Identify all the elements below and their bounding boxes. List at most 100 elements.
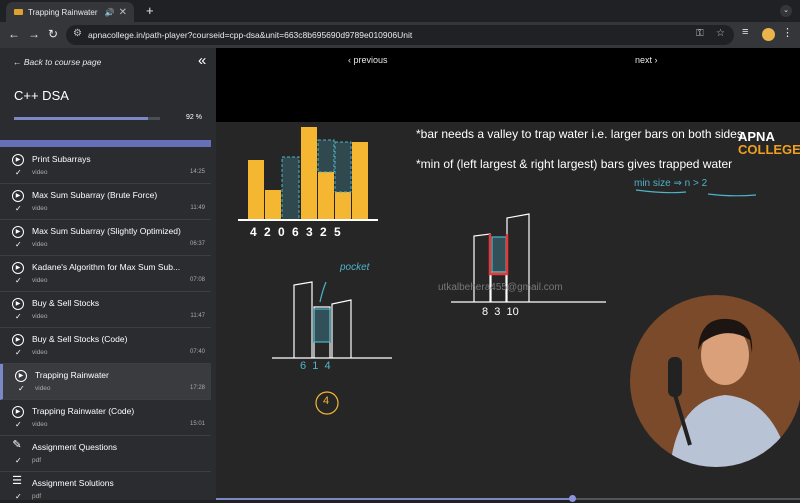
bookmark-star-icon[interactable]: ☆ — [716, 28, 725, 39]
completed-check-icon: ✓ — [18, 384, 25, 393]
lesson-title: Assignment Questions — [32, 442, 118, 452]
lesson-title: Max Sum Subarray (Slightly Optimized) — [32, 226, 181, 236]
lesson-item[interactable]: ▶ ✓ Trapping Rainwater video 17:28 — [0, 364, 211, 400]
lesson-title: Buy & Sell Stocks — [32, 298, 100, 308]
checklist-icon: ☰ — [12, 475, 22, 487]
play-circle-icon: ▶ — [12, 154, 24, 166]
board-line-1: *bar needs a valley to trap water i.e. l… — [416, 127, 743, 141]
video-player[interactable]: ‹ previous next › *bar needs a valley to… — [216, 48, 800, 502]
course-sidebar: ← Back to course page « C++ DSA 92 % ▶ ✓ P… — [0, 48, 216, 500]
completed-check-icon: ✓ — [15, 240, 22, 249]
lesson-duration: 11:49 — [190, 205, 205, 211]
lesson-type: video — [32, 241, 48, 248]
lesson-type: video — [32, 421, 48, 428]
collapse-sidebar-icon[interactable]: « — [198, 52, 207, 69]
completed-check-icon: ✓ — [15, 276, 22, 285]
play-circle-icon: ▶ — [12, 406, 24, 418]
lesson-title: Kadane's Algorithm for Max Sum Sub... — [32, 262, 181, 272]
completed-check-icon: ✓ — [15, 312, 22, 321]
completed-check-icon: ✓ — [15, 168, 22, 177]
address-bar[interactable]: ⚙ apnacollege.in/path-player?courseid=cp… — [66, 25, 734, 45]
lesson-type: pdf — [32, 493, 42, 500]
lesson-type: pdf — [32, 457, 42, 464]
play-circle-icon: ▶ — [12, 190, 24, 202]
play-circle-icon: ▶ — [12, 262, 24, 274]
course-title: C++ DSA — [14, 88, 69, 103]
lesson-type: video — [32, 205, 48, 212]
email-watermark: utkalbehera455@gmail.com — [438, 282, 563, 293]
play-circle-icon: ▶ — [15, 370, 27, 382]
lesson-item[interactable]: ▶ ✓ Print Subarrays video 14:25 — [0, 148, 211, 184]
lesson-item[interactable]: ✎ ✓ Assignment Questions pdf — [0, 436, 211, 472]
lesson-type: video — [32, 277, 48, 284]
back-label: Back to course page — [23, 57, 102, 67]
lesson-item[interactable]: ▶ ✓ Max Sum Subarray (Slightly Optimized) v… — [0, 220, 211, 256]
lesson-duration: 11:47 — [190, 313, 205, 319]
lesson-title: Assignment Solutions — [32, 478, 114, 488]
back-icon[interactable]: ← — [8, 27, 20, 41]
lesson-item[interactable]: ▶ ✓ Buy & Sell Stocks (Code) video 07:40 — [0, 328, 211, 364]
pocket-diagram — [272, 281, 392, 415]
pocket-label: pocket — [340, 262, 370, 273]
bar-diagram — [238, 127, 378, 221]
media-control-icon[interactable]: ≡ — [742, 26, 748, 38]
lesson-title: Max Sum Subarray (Brute Force) — [32, 190, 158, 200]
next-button[interactable]: next › — [635, 55, 658, 65]
lesson-list: ▶ ✓ Print Subarrays video 14:25 ▶ ✓ Max Sum Sub… — [0, 148, 211, 500]
lesson-title: Trapping Rainwater (Code) — [32, 406, 135, 416]
lesson-duration: 06:37 — [189, 241, 205, 247]
browser-toolbar: ← → ↻ ⚙ apnacollege.in/path-player?cours… — [0, 22, 800, 48]
document-edit-icon: ✎ — [12, 439, 22, 451]
lesson-item[interactable]: ▶ ✓ Kadane's Algorithm for Max Sum Sub... v… — [0, 256, 211, 292]
lesson-item[interactable]: ▶ ✓ Trapping Rainwater (Code) video 15:01 — [0, 400, 211, 436]
lesson-type: video — [32, 313, 48, 320]
lesson-type: video — [32, 169, 48, 176]
completed-check-icon: ✓ — [15, 420, 22, 429]
browser-tab[interactable]: Trapping Rainwater 🔊 ✕ — [6, 2, 134, 22]
pocket-heights-label: 6 1 4 — [300, 360, 331, 372]
progress-fill — [14, 117, 149, 120]
min-size-note: min size ⇒ n > 2 — [634, 178, 708, 189]
play-circle-icon: ▶ — [12, 334, 24, 346]
play-circle-icon: ▶ — [12, 298, 24, 310]
menu-icon[interactable]: ⋮ — [782, 26, 793, 39]
lesson-item[interactable]: ▶ ✓ Buy & Sell Stocks video 11:47 — [0, 292, 211, 328]
board-line-2: *min of (left largest & right largest) b… — [416, 157, 733, 171]
completed-check-icon: ✓ — [15, 348, 22, 357]
close-tab-icon[interactable]: ✕ — [119, 7, 127, 18]
site-info-icon[interactable]: ⚙ — [73, 28, 82, 39]
lesson-type: video — [35, 385, 51, 392]
speaker-icon[interactable]: 🔊 — [105, 8, 115, 17]
tab-search-icon[interactable]: ⌄ — [780, 5, 792, 17]
incognito-key-icon[interactable]: ⚿ — [696, 28, 704, 39]
completed-check-icon: ✓ — [15, 456, 22, 465]
favicon-icon — [14, 9, 23, 15]
answer-label: 4 — [323, 395, 330, 407]
seek-handle[interactable] — [569, 495, 577, 502]
completed-check-icon: ✓ — [15, 492, 22, 500]
lesson-item[interactable]: ☰ ✓ Assignment Solutions pdf — [0, 472, 211, 501]
lesson-item[interactable]: ▶ ✓ Max Sum Subarray (Brute Force) video 11:… — [0, 184, 211, 220]
completed-check-icon: ✓ — [15, 204, 22, 213]
right-heights-label: 8 3 10 — [482, 306, 519, 318]
lesson-duration: 07:08 — [189, 277, 205, 283]
forward-icon[interactable]: → — [28, 27, 40, 41]
instructor-camera — [630, 295, 800, 467]
instructor-figure — [668, 318, 790, 467]
apna-college-logo: APNA COLLEGE — [738, 129, 800, 157]
progress-percent: 92 % — [186, 114, 202, 121]
profile-avatar[interactable] — [762, 28, 775, 41]
url-text: apnacollege.in/path-player?courseid=cpp-… — [88, 30, 413, 40]
lesson-duration: 07:40 — [189, 349, 205, 355]
lesson-title: Buy & Sell Stocks (Code) — [32, 334, 128, 344]
new-tab-icon[interactable]: + — [146, 3, 154, 18]
lesson-type: video — [32, 349, 48, 356]
tab-strip: Trapping Rainwater 🔊 ✕ + ⌄ — [0, 0, 800, 22]
play-circle-icon: ▶ — [12, 226, 24, 238]
heights-label: 4 2 0 6 3 2 5 — [250, 225, 343, 239]
reload-icon[interactable]: ↻ — [48, 27, 58, 41]
lesson-title: Print Subarrays — [32, 154, 91, 164]
back-to-course-link[interactable]: ← Back to course page — [13, 57, 101, 67]
previous-button[interactable]: ‹ previous — [348, 55, 388, 65]
course-progress-bar — [14, 117, 160, 120]
